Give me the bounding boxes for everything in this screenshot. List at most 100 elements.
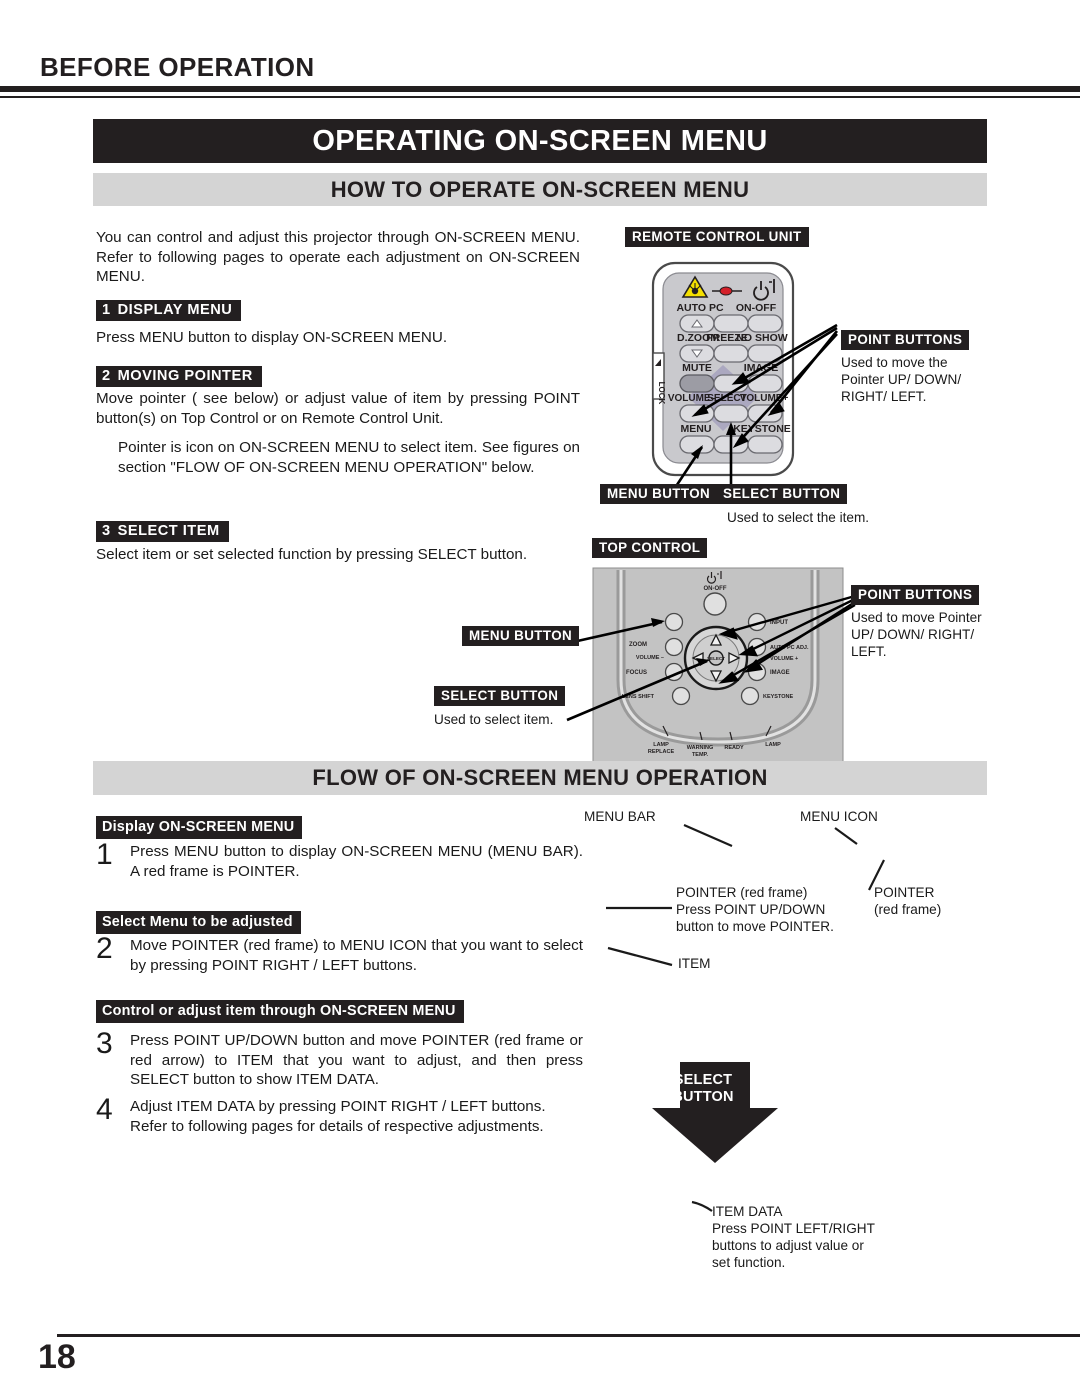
header-rule-thin <box>0 96 1080 98</box>
top-callout-point-buttons: POINT BUTTONS Used to move Pointer UP/ D… <box>851 585 982 659</box>
header-rule-thick <box>0 86 1080 92</box>
lock-switch[interactable]: LOCK <box>652 352 666 405</box>
step-number-1: 1 <box>102 302 111 318</box>
flow-tag-control-adjust: Control or adjust item through ON-SCREEN… <box>96 1000 464 1023</box>
indicator-lamp-replace-l1: LAMP <box>653 742 669 748</box>
top-label-image: IMAGE <box>770 670 790 676</box>
step-number-2: 2 <box>102 368 111 384</box>
indicator-warning-temp-l2: TEMP. <box>692 752 709 758</box>
item-data-l1: ITEM DATA <box>712 1204 783 1219</box>
page-number: 18 <box>38 1338 76 1376</box>
step-tag-select-item: 3 SELECT ITEM <box>96 521 229 542</box>
item-data-l2: Press POINT LEFT/RIGHT <box>712 1221 875 1236</box>
remote-point-caption-l2: Pointer UP/ DOWN/ <box>841 372 962 387</box>
flow-step-4-body: Adjust ITEM DATA by pressing POINT RIGHT… <box>130 1098 546 1135</box>
remote-button-mute[interactable] <box>679 374 715 393</box>
top-callout-select-button: SELECT BUTTON Used to select item. <box>434 686 566 728</box>
remote-button-keystone[interactable] <box>747 435 783 454</box>
flow-step-2-body: Move POINTER (red frame) to MENU ICON th… <box>130 937 583 974</box>
top-button-zoom[interactable] <box>664 637 684 657</box>
step-body-1: Press MENU button to display ON-SCREEN M… <box>96 329 448 346</box>
select-arrow-line1: SELECT <box>673 1072 733 1088</box>
indicator-lamp-replace-l2: REPLACE <box>648 749 675 755</box>
flow-pointer-r-l1: POINTER <box>874 885 935 900</box>
step-note-2: Pointer is icon on ON-SCREEN MENU to sel… <box>118 439 580 476</box>
top-label-input: INPUT <box>770 620 788 626</box>
remote-callout-point-buttons: POINT BUTTONS Used to move the Pointer U… <box>841 330 970 405</box>
flow-step-2-number: 2 <box>96 932 113 965</box>
page-title: OPERATING ON-SCREEN MENU <box>93 119 987 163</box>
step-number-3: 3 <box>102 523 111 539</box>
label-mute: MUTE <box>682 362 712 374</box>
step-label-1: DISPLAY MENU <box>117 302 233 318</box>
top-point-caption-l1: Used to move Pointer <box>851 610 982 625</box>
flow-step-1-body: Press MENU button to display ON-SCREEN M… <box>130 843 583 880</box>
section-heading-flow: FLOW OF ON-SCREEN MENU OPERATION <box>93 761 987 795</box>
top-label-keystone: KEYSTONE <box>763 694 793 700</box>
remote-button-image[interactable] <box>747 374 783 393</box>
flow-callout-pointer-right: POINTER (red frame) <box>874 884 941 918</box>
section-heading-how-to-operate: HOW TO OPERATE ON-SCREEN MENU <box>93 173 987 206</box>
remote-button-select[interactable] <box>713 404 749 423</box>
step-label-3: SELECT ITEM <box>117 523 220 539</box>
flow-step-3: 3 Press POINT UP/DOWN button and move PO… <box>96 1027 583 1090</box>
running-head: BEFORE OPERATION <box>40 52 315 82</box>
label-menu: MENU <box>681 423 712 435</box>
flow-step-2: 2 Move POINTER (red frame) to MENU ICON … <box>96 932 583 975</box>
intro-paragraph: You can control and adjust this projecto… <box>96 229 580 285</box>
top-label-volume-minus: VOLUME – <box>636 655 664 661</box>
flow-pointer-l2: Press POINT UP/DOWN <box>676 902 826 917</box>
remote-button-on-off[interactable] <box>747 314 783 333</box>
top-label-volume-plus: VOLUME + <box>770 656 798 662</box>
top-label-on-off: ON-OFF <box>704 586 727 592</box>
flow-step-1: 1 Press MENU button to display ON-SCREEN… <box>96 838 583 881</box>
flow-step-3-number: 3 <box>96 1027 113 1060</box>
label-on-off: ON-OFF <box>736 302 777 314</box>
remote-button-point-up[interactable] <box>679 314 715 333</box>
top-label-focus: FOCUS <box>626 670 647 676</box>
top-label-zoom: ZOOM <box>629 642 647 648</box>
step-label-2: MOVING POINTER <box>117 368 253 384</box>
top-callout-menu-button: MENU BUTTON <box>462 626 580 646</box>
flow-pointer-l1: POINTER (red frame) <box>676 885 808 900</box>
step-tag-moving-pointer: 2 MOVING POINTER <box>96 366 262 387</box>
flow-step-4: 4 Adjust ITEM DATA by pressing POINT RIG… <box>96 1093 583 1136</box>
top-label-select: SELECT <box>707 656 725 661</box>
flow-callout-pointer-block: POINTER (red frame) Press POINT UP/DOWN … <box>676 884 834 935</box>
flow-pointer-r-l2: (red frame) <box>874 902 942 917</box>
top-point-caption-l2: UP/ DOWN/ RIGHT/ <box>851 627 975 642</box>
flow-callout-item: ITEM <box>678 956 711 971</box>
indicator-ready: READY <box>724 745 744 751</box>
label-keystone: KEYSTONE <box>733 423 791 435</box>
remote-callout-select-button: SELECT BUTTON Used to select the item. <box>716 484 869 526</box>
flow-step-3-body: Press POINT UP/DOWN button and move POIN… <box>130 1032 583 1088</box>
flow-step-4-number: 4 <box>96 1093 113 1126</box>
top-button-on-off[interactable] <box>703 592 727 616</box>
top-button-lens-shift[interactable] <box>671 686 691 706</box>
item-data-l4: set function. <box>712 1255 786 1270</box>
footer-rule <box>57 1334 1080 1337</box>
top-button-menu[interactable] <box>664 612 684 632</box>
indicator-lamp: LAMP <box>765 742 781 748</box>
flow-step-1-number: 1 <box>96 838 113 871</box>
flow-pointer-l3: button to move POINTER. <box>676 919 834 934</box>
remote-button-auto-pc[interactable] <box>713 314 749 333</box>
remote-button-point-down[interactable] <box>679 344 715 363</box>
label-auto-pc: AUTO PC <box>676 302 723 314</box>
remote-point-caption-l3: RIGHT/ LEFT. <box>841 389 927 404</box>
top-button-keystone[interactable] <box>740 686 760 706</box>
svg-text:LOCK: LOCK <box>657 382 666 405</box>
label-no-show: NO SHOW <box>736 332 787 344</box>
step-tag-display-menu: 1 DISPLAY MENU <box>96 300 242 321</box>
remote-callout-menu-button: MENU BUTTON <box>600 484 718 504</box>
flow-tag-select-menu: Select Menu to be adjusted <box>96 911 301 934</box>
flow-callout-item-data: ITEM DATA Press POINT LEFT/RIGHT buttons… <box>712 1203 875 1271</box>
remote-point-caption-l1: Used to move the <box>841 355 948 370</box>
flow-tag-display: Display ON-SCREEN MENU <box>96 816 303 839</box>
select-arrow-line2: BUTTON <box>672 1089 734 1105</box>
indicator-warning-temp-l1: WARNING <box>687 745 714 751</box>
item-data-l3: buttons to adjust value or <box>712 1238 864 1253</box>
step-body-2: Move pointer ( see below) or adjust valu… <box>96 390 580 427</box>
remote-button-freeze[interactable] <box>713 344 749 363</box>
top-point-caption-l3: LEFT. <box>851 644 887 659</box>
